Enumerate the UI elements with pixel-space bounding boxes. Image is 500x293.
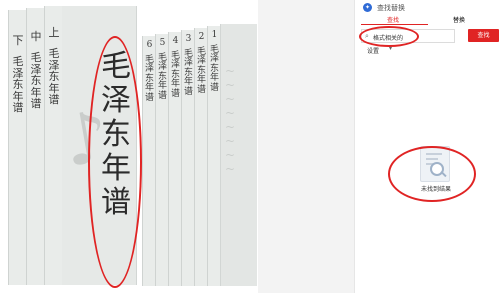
document-area: 下 毛泽东年谱 中 毛泽东年谱 上 毛泽东年谱 ♪ 毛泽东年谱 6 毛泽东年谱 … (0, 0, 258, 293)
settings-dropdown[interactable]: 设置 ▾ (367, 45, 427, 56)
active-tab-indicator (361, 24, 428, 25)
highlight-oval (359, 26, 419, 47)
tab-replace[interactable]: 替换 (453, 15, 465, 24)
book-spine: 中 毛泽东年谱 (26, 8, 46, 285)
tabs: 查找 替换 (361, 13, 495, 25)
book-volume: 上 (48, 26, 60, 39)
panel-header: ✦ 查找替换 (355, 0, 500, 14)
find-button[interactable]: 查找 (468, 29, 499, 42)
book-title: 毛泽东年谱 (30, 51, 42, 111)
book-volume: 中 (30, 30, 42, 43)
book-title: 毛泽东年谱 (145, 55, 155, 103)
book-title: 毛泽东年谱 (12, 55, 24, 115)
book-title: 毛泽东年谱 (171, 51, 181, 99)
book-title: 毛泽东年谱 (158, 53, 168, 101)
chevron-down-icon: ▾ (389, 45, 393, 52)
calligraphy-icon: ~~~~~~~~ (225, 64, 236, 176)
search-row: ⌕ 格式相关的 查找 (359, 26, 499, 47)
book-spine: 下 毛泽东年谱 (8, 10, 28, 285)
book-title: 毛泽东年谱 (184, 49, 194, 97)
highlight-oval (88, 36, 142, 288)
book-spine: 上 毛泽东年谱 (44, 6, 64, 285)
panel-title: 查找替换 (377, 4, 405, 12)
document-gutter (258, 0, 354, 293)
book-cover: ~~~~~~~~ (220, 24, 257, 286)
tab-find[interactable]: 查找 (387, 15, 399, 24)
settings-label: 设置 (367, 48, 380, 55)
highlight-oval (388, 146, 476, 202)
book-title: 毛泽东年谱 (48, 47, 60, 107)
book-title: 毛泽东年谱 (197, 47, 207, 95)
book-volume: 下 (12, 34, 24, 47)
book-title: 毛泽东年谱 (210, 45, 220, 93)
app-logo-icon: ✦ (363, 3, 372, 12)
